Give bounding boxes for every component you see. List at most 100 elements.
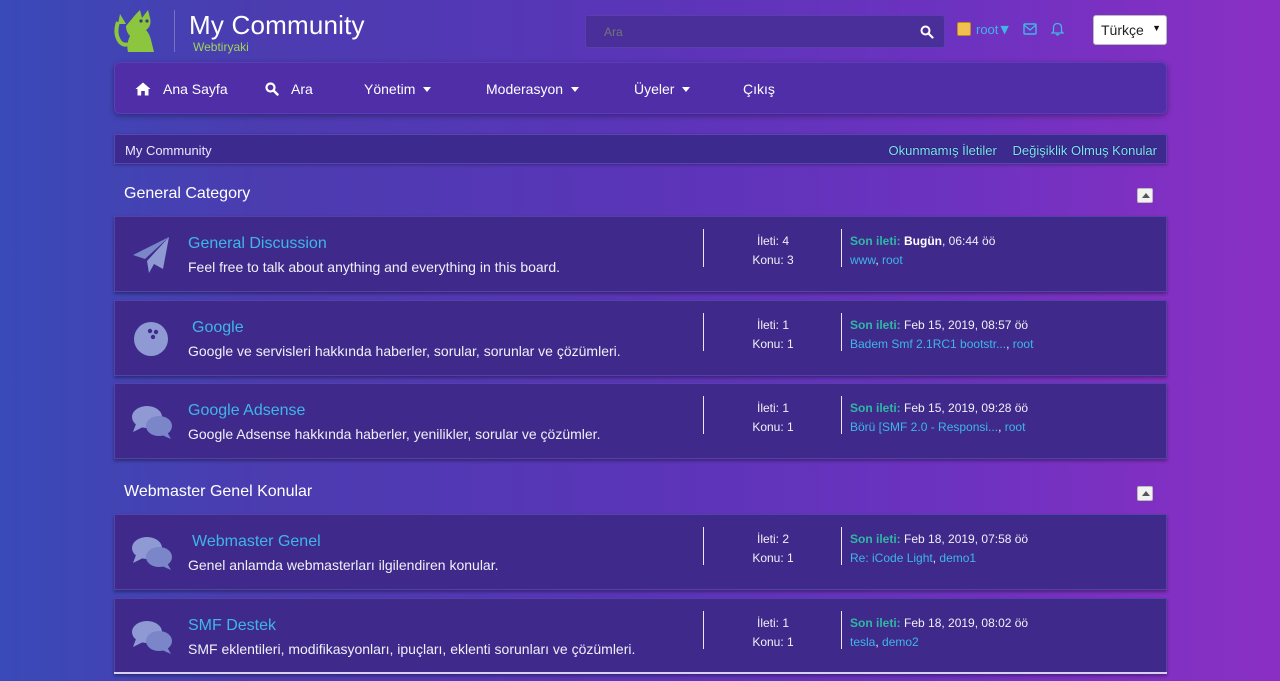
board-name-link[interactable]: Google Adsense: [188, 402, 305, 420]
board-description: Google Adsense hakkında haberler, yenili…: [188, 426, 601, 442]
board-stats: İleti: 1 Konu: 1: [715, 399, 831, 437]
nav-label-home: Ana Sayfa: [163, 81, 228, 97]
nav-item-home[interactable]: Ana Sayfa: [135, 63, 228, 115]
board-stats: İleti: 1 Konu: 1: [715, 614, 831, 652]
avatar[interactable]: [957, 22, 971, 36]
language-value: Türkçe: [1101, 22, 1144, 38]
board-row: General Discussion Feel free to talk abo…: [114, 216, 1167, 292]
search-icon[interactable]: [920, 25, 934, 39]
board-description: Feel free to talk about anything and eve…: [188, 259, 561, 275]
user-name[interactable]: root: [976, 22, 998, 37]
chevron-down-icon[interactable]: ▼: [1000, 23, 1008, 36]
breadcrumb-links: Okunmamış İletiler Değişiklik Olmuş Konu…: [877, 143, 1158, 158]
comments-icon: [132, 537, 172, 570]
last-post-info: Son ileti: Feb 15, 2019, 09:28 öö Börü […: [850, 399, 1028, 437]
last-post-label: Son ileti:: [850, 532, 901, 546]
cat-logo-icon[interactable]: [114, 8, 162, 54]
last-post-date: Feb 15, 2019, 08:57 öö: [900, 318, 1029, 332]
last-post-info: Son ileti: Feb 18, 2019, 07:58 öö Re: iC…: [850, 530, 1028, 568]
category-title[interactable]: General Category: [124, 185, 250, 203]
board-row: SMF Destek SMF eklentileri, modifikasyon…: [114, 598, 1167, 674]
topic-count: Konu: 1: [752, 420, 794, 434]
separator-text: ,: [998, 420, 1005, 434]
post-count: İleti: 1: [756, 616, 789, 630]
last-post-topic-link[interactable]: Börü [SMF 2.0 - Responsi...: [850, 420, 998, 434]
nav-label-logout: Çıkış: [743, 81, 775, 97]
divider: [703, 396, 704, 434]
board-stats: İleti: 4 Konu: 3: [715, 232, 831, 270]
last-post-user-link[interactable]: root: [1005, 420, 1026, 434]
last-post-topic-link[interactable]: Badem Smf 2.1RC1 bootstr...: [850, 337, 1006, 351]
search-input[interactable]: [586, 16, 906, 47]
nav-item-search[interactable]: Ara: [265, 63, 313, 115]
category-title[interactable]: Webmaster Genel Konular: [124, 483, 312, 501]
last-post-topic-link[interactable]: www: [850, 253, 875, 267]
last-post-label: Son ileti:: [850, 616, 901, 630]
last-post-user-link[interactable]: demo2: [882, 635, 919, 649]
comments-icon: [132, 621, 172, 654]
board-name-link[interactable]: Google: [192, 319, 244, 337]
user-menu[interactable]: root ▼: [957, 19, 1064, 39]
breadcrumb: My Community Okunmamış İletiler Değişikl…: [114, 134, 1167, 164]
breadcrumb-current[interactable]: My Community: [125, 143, 212, 158]
topic-count: Konu: 1: [752, 337, 794, 351]
last-post-info: Son ileti: Feb 18, 2019, 08:02 öö tesla,…: [850, 614, 1028, 652]
topic-count: Konu: 3: [752, 253, 794, 267]
nav-item-logout[interactable]: Çıkış: [743, 63, 775, 115]
post-count: İleti: 2: [756, 532, 789, 546]
post-count: İleti: 4: [756, 234, 789, 248]
paper-plane-icon: [133, 237, 169, 273]
main-navigation: Ana Sayfa Ara Yönetim Moderasyon Üyeler …: [114, 62, 1167, 114]
divider: [841, 313, 842, 351]
board-name-link[interactable]: SMF Destek: [188, 617, 276, 635]
nav-label-moderation: Moderasyon: [486, 81, 564, 97]
nav-label-search: Ara: [291, 81, 313, 97]
last-post-user-link[interactable]: demo1: [939, 551, 976, 565]
divider: [841, 229, 842, 267]
caret-down-icon: [423, 86, 432, 92]
divider: [703, 611, 704, 649]
last-post-label: Son ileti:: [850, 318, 901, 332]
nav-item-members[interactable]: Üyeler: [634, 63, 691, 115]
board-description: Google ve servisleri hakkında haberler, …: [188, 343, 621, 359]
nav-label-members: Üyeler: [634, 81, 675, 97]
language-select[interactable]: Türkçe ▼: [1093, 15, 1167, 45]
topic-count: Konu: 1: [752, 635, 794, 649]
topic-count: Konu: 1: [752, 551, 794, 565]
board-stats: İleti: 1 Konu: 1: [715, 316, 831, 354]
page-container: My Community Webtiryaki root ▼ Türkçe: [114, 0, 1167, 674]
board-description: SMF eklentileri, modifikasyonları, ipuçl…: [188, 641, 636, 657]
board-row: Google Google ve servisleri hakkında hab…: [114, 300, 1167, 376]
caret-down-icon: [571, 86, 580, 92]
board-name-link[interactable]: Webmaster Genel: [192, 533, 321, 551]
logo-divider: [174, 10, 175, 52]
caret-down-icon: [682, 86, 691, 92]
collapse-category-button[interactable]: [1137, 188, 1153, 203]
last-post-info: Son ileti: Bugün, 06:44 öö www, root: [850, 232, 995, 270]
last-post-topic-link[interactable]: Re: iCode Light: [850, 551, 933, 565]
last-post-date-bold: Bugün: [904, 234, 943, 248]
last-post-topic-link[interactable]: tesla: [850, 635, 875, 649]
separator-text: ,: [1006, 337, 1013, 351]
post-count: İleti: 1: [756, 401, 789, 415]
board-stats: İleti: 2 Konu: 1: [715, 530, 831, 568]
mail-icon[interactable]: [1023, 23, 1037, 35]
board-name-link[interactable]: General Discussion: [188, 235, 327, 253]
last-post-date: Feb 15, 2019, 09:28 öö: [900, 401, 1029, 415]
bell-icon[interactable]: [1050, 22, 1064, 36]
home-icon: [135, 82, 151, 96]
board-description: Genel anlamda webmasterları ilgilendiren…: [188, 557, 499, 573]
collapse-category-button[interactable]: [1137, 486, 1153, 501]
site-title[interactable]: My Community: [189, 10, 365, 41]
nav-item-admin[interactable]: Yönetim: [364, 63, 432, 115]
last-post-date: Feb 18, 2019, 08:02 öö: [900, 616, 1029, 630]
last-post-user-link[interactable]: root: [882, 253, 903, 267]
divider: [703, 313, 704, 351]
site-subtitle: Webtiryaki: [193, 40, 249, 54]
last-post-user-link[interactable]: root: [1013, 337, 1034, 351]
site-header: My Community Webtiryaki root ▼ Türkçe: [114, 0, 1167, 62]
unread-posts-link[interactable]: Okunmamış İletiler: [889, 143, 997, 158]
nav-label-admin: Yönetim: [364, 81, 416, 97]
updated-topics-link[interactable]: Değişiklik Olmuş Konular: [1013, 143, 1158, 158]
nav-item-moderation[interactable]: Moderasyon: [486, 63, 580, 115]
